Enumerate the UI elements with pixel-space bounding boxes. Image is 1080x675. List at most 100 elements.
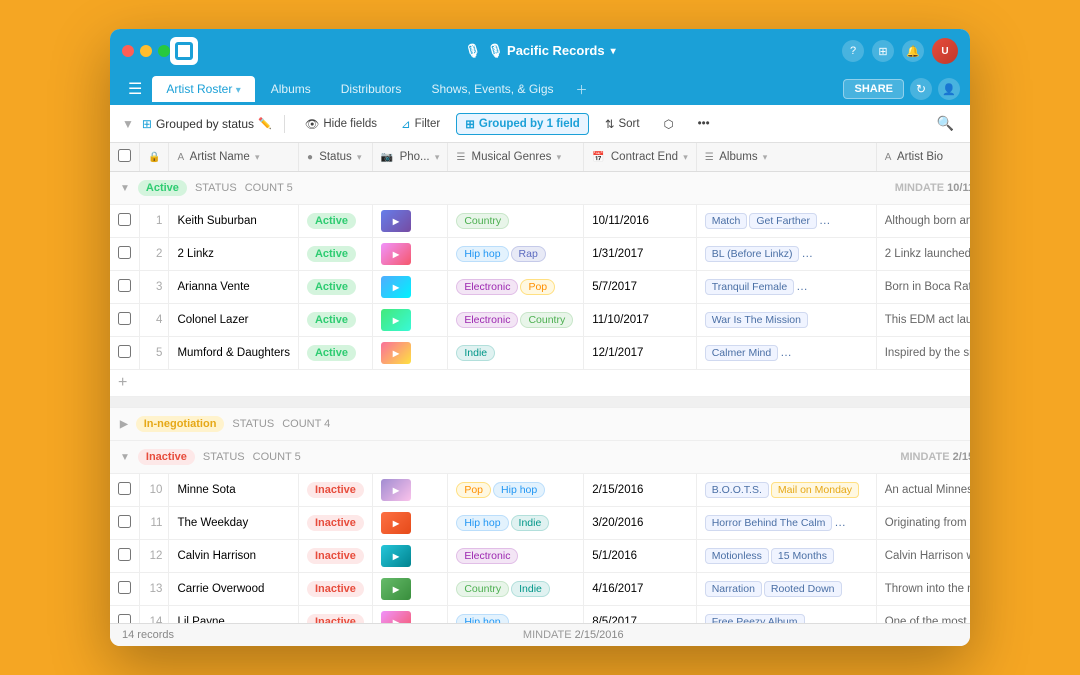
filter-icon: ⊿ — [401, 117, 411, 131]
row-checkbox[interactable] — [118, 246, 131, 259]
add-row[interactable]: + — [110, 370, 970, 397]
contract-end-cell: 4/16/2017 — [584, 573, 697, 606]
albums-col-header[interactable]: ☰ Albums ▾ — [696, 143, 876, 172]
chevron-down-icon[interactable]: ▾ — [611, 46, 616, 57]
album-tag: Narration — [705, 581, 762, 597]
row-checkbox-cell[interactable] — [110, 573, 140, 606]
tab-shows[interactable]: Shows, Events, & Gigs — [417, 76, 567, 102]
edit-group-icon[interactable]: ✏️ — [258, 117, 272, 130]
bio-cell: One of the most game — [876, 606, 970, 624]
pencil-icon: 🎙 — [464, 43, 481, 59]
toolbar-right: 🔍 — [933, 111, 958, 136]
row-checkbox[interactable] — [118, 482, 131, 495]
artist-name-cell: 2 Linkz — [169, 238, 299, 271]
albums-cell: Calmer MindThe Road to Red Blocks — [696, 337, 876, 370]
bio-cell: An actual Minnesotan, — [876, 474, 970, 507]
group-header-row[interactable]: ▼ Active STATUS COUNT 5 MINDATE 10/11/20… — [110, 172, 970, 205]
bio-cell: Born in Boca Raton, Fl — [876, 271, 970, 304]
share-view-icon[interactable]: ⬡ — [656, 114, 682, 134]
contract-end-col-header[interactable]: 📅 Contract End ▾ — [584, 143, 697, 172]
more-options-button[interactable]: ••• — [690, 115, 718, 133]
table-row: 10 Minne Sota Inactive ▶ PopHip hop 2/15… — [110, 474, 970, 507]
row-checkbox[interactable] — [118, 515, 131, 528]
row-checkbox-cell[interactable] — [110, 304, 140, 337]
tab-albums[interactable]: Albums — [257, 76, 325, 102]
help-icon[interactable]: ? — [842, 40, 864, 62]
select-all-checkbox[interactable] — [118, 149, 131, 162]
row-checkbox[interactable] — [118, 581, 131, 594]
album-tag: Motionless — [705, 548, 769, 564]
albums-cell: B.O.O.T.S.Mail on Monday — [696, 474, 876, 507]
row-checkbox-cell[interactable] — [110, 474, 140, 507]
artist-name-cell: Arianna Vente — [169, 271, 299, 304]
genres-col-header[interactable]: ☰ Musical Genres ▾ — [448, 143, 584, 172]
genres-cell: Country — [448, 205, 584, 238]
add-tab-icon[interactable]: ＋ — [570, 81, 594, 98]
refresh-icon[interactable]: ↻ — [910, 78, 932, 100]
grid-icon[interactable]: ⊞ — [872, 40, 894, 62]
status-badge: Inactive — [307, 581, 364, 597]
hamburger-icon[interactable]: ☰ — [120, 73, 150, 105]
group-toggle-icon[interactable]: ▼ — [120, 452, 130, 463]
contract-end-cell: 12/1/2017 — [584, 337, 697, 370]
row-checkbox[interactable] — [118, 279, 131, 292]
filter-arrow-icon[interactable]: ▼ — [122, 117, 134, 131]
album-tag: Thanksgiving & Chill — [796, 279, 876, 295]
add-record-button[interactable]: + — [110, 370, 970, 397]
status-col-header[interactable]: ● Status ▾ — [298, 143, 372, 172]
grouped-status-label: ⊞ Grouped by status ✏️ — [142, 117, 272, 131]
row-checkbox-cell[interactable] — [110, 540, 140, 573]
group-by-button[interactable]: ⊞ Grouped by 1 field — [456, 113, 589, 135]
fullscreen-button[interactable] — [158, 45, 170, 57]
bio-cell: Thrown into the nation — [876, 573, 970, 606]
search-button[interactable]: 🔍 — [933, 111, 958, 136]
sort-button[interactable]: ⇅ Sort — [597, 114, 648, 134]
albums-cell: War Is The Mission — [696, 304, 876, 337]
photo-cell: ▶ — [372, 337, 447, 370]
photo-cell: ▶ — [372, 205, 447, 238]
eye-icon: 👁 — [305, 117, 320, 131]
avatar[interactable]: U — [932, 38, 958, 64]
tab-distributors[interactable]: Distributors — [327, 76, 416, 102]
artist-photo: ▶ — [381, 479, 411, 501]
group-header-row[interactable]: ▼ Inactive STATUS COUNT 5 MINDATE 2/15/2… — [110, 441, 970, 474]
bell-icon[interactable]: 🔔 — [902, 40, 924, 62]
photo-col-header[interactable]: 📷 Pho... ▾ — [372, 143, 447, 172]
bio-cell: Originating from the B — [876, 507, 970, 540]
row-checkbox[interactable] — [118, 345, 131, 358]
bio-col-header[interactable]: A Artist Bio — [876, 143, 970, 172]
artist-name-col-header[interactable]: A Artist Name ▾ — [169, 143, 299, 172]
row-checkbox-cell[interactable] — [110, 205, 140, 238]
row-checkbox[interactable] — [118, 548, 131, 561]
row-number-cell: 5 — [140, 337, 169, 370]
row-checkbox-cell[interactable] — [110, 337, 140, 370]
row-checkbox-cell[interactable] — [110, 271, 140, 304]
albums-cell: Horror Behind The CalmHug Land — [696, 507, 876, 540]
table-body: ▼ Active STATUS COUNT 5 MINDATE 10/11/20… — [110, 172, 970, 624]
group-header-row[interactable]: ▶ In-negotiation STATUS COUNT 4 — [110, 408, 970, 441]
status-badge: Active — [307, 312, 356, 328]
close-button[interactable] — [122, 45, 134, 57]
status-cell: Active — [298, 271, 372, 304]
share-button[interactable]: SHARE — [843, 79, 904, 99]
row-checkbox[interactable] — [118, 213, 131, 226]
group-toggle-icon[interactable]: ▶ — [120, 419, 128, 430]
contract-end-cell: 10/11/2016 — [584, 205, 697, 238]
group-toggle-icon[interactable]: ▼ — [120, 183, 130, 194]
row-checkbox[interactable] — [118, 312, 131, 325]
row-number-cell: 10 — [140, 474, 169, 507]
status-cell: Inactive — [298, 507, 372, 540]
minimize-button[interactable] — [140, 45, 152, 57]
artist-name-cell: Calvin Harrison — [169, 540, 299, 573]
status-cell: Inactive — [298, 573, 372, 606]
row-checkbox-cell[interactable] — [110, 606, 140, 624]
user-manage-icon[interactable]: 👤 — [938, 78, 960, 100]
row-checkbox[interactable] — [118, 614, 131, 623]
filter-button[interactable]: ⊿ Filter — [393, 114, 448, 134]
row-checkbox-cell[interactable] — [110, 507, 140, 540]
artist-name-cell: The Weekday — [169, 507, 299, 540]
tab-artist-roster[interactable]: Artist Roster ▾ — [152, 76, 254, 102]
row-checkbox-cell[interactable] — [110, 238, 140, 271]
checkbox-col-header[interactable] — [110, 143, 140, 172]
hide-fields-button[interactable]: 👁 Hide fields — [297, 114, 385, 134]
